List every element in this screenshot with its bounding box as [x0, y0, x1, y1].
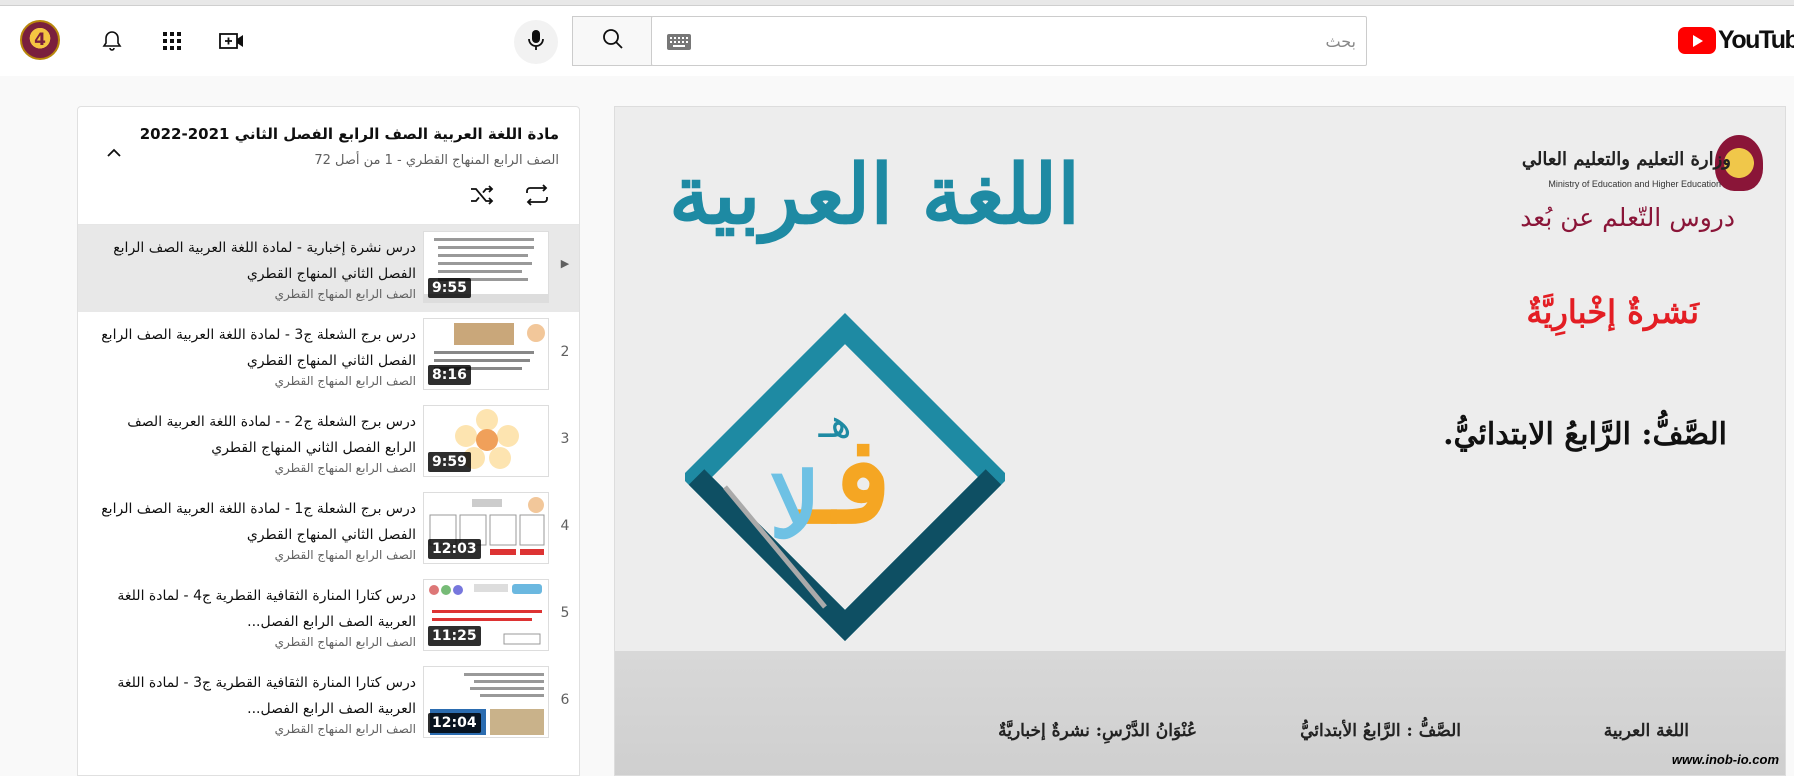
channel-name[interactable]: الصف الرابع المنهاج القطري	[275, 548, 416, 562]
video-duration: 12:03	[428, 539, 481, 559]
mic-button[interactable]	[514, 20, 558, 64]
svg-text:لا: لا	[769, 453, 820, 559]
video-duration: 9:55	[428, 278, 471, 298]
grade-label: الصَّفُّ: الرَّابعُ الابتدائيُّ.	[1443, 417, 1727, 452]
video-thumbnail[interactable]: 8:16	[423, 318, 549, 390]
item-index: 6	[560, 692, 570, 708]
shuffle-icon[interactable]	[466, 179, 498, 211]
search-button[interactable]	[572, 16, 652, 66]
video-thumbnail[interactable]: 12:03	[423, 492, 549, 564]
playlist-item[interactable]: ▶ 9:55 درس نشرة إخبارية - لمادة اللغة ال…	[78, 225, 579, 312]
playlist-title[interactable]: مادة اللغة العربية الصف الرابع الفصل الث…	[140, 125, 559, 143]
bottom-info-band	[615, 651, 1785, 775]
bottom-grade-label: الصَّفُّ : الرَّابعُ الأبتدائيُّ	[1300, 721, 1461, 741]
video-title[interactable]: درس برج الشعلة ج3 - لمادة اللغة العربية …	[96, 322, 416, 374]
item-index: 4	[560, 518, 570, 534]
video-duration: 9:59	[428, 452, 471, 472]
youtube-play-icon	[1678, 27, 1716, 54]
play-indicator-icon: ▶	[560, 257, 570, 270]
item-index: 3	[560, 431, 570, 447]
channel-name[interactable]: الصف الرابع المنهاج القطري	[275, 635, 416, 649]
channel-name[interactable]: الصف الرابع المنهاج القطري	[275, 374, 416, 388]
item-index: 2	[560, 344, 570, 360]
youtube-logo-text: YouTube	[1718, 26, 1794, 54]
loop-icon[interactable]	[521, 179, 553, 211]
chevron-up-icon[interactable]	[98, 137, 130, 169]
channel-name[interactable]: الصف الرابع المنهاج القطري	[275, 722, 416, 736]
keyboard-icon[interactable]	[666, 33, 692, 51]
search-icon	[601, 27, 625, 55]
arabic-calligraphy-title: اللغة العربية	[669, 147, 1081, 243]
video-player[interactable]: وزارة التعليم والتعليم العالي Ministry o…	[614, 106, 1786, 776]
video-thumbnail[interactable]: 11:25	[423, 579, 549, 651]
bottom-lesson-label: عُنْوَانُ الدَّرْسِ: نشرةٌ إخباريَّةٌ	[998, 721, 1197, 741]
video-duration: 11:25	[428, 626, 481, 646]
lesson-title: نَشرةٌ إخْبارِيَّةٌ	[1526, 293, 1699, 331]
item-index: 5	[560, 605, 570, 621]
video-duration: 12:04	[428, 713, 481, 733]
playlist-header: مادة اللغة العربية الصف الرابع الفصل الث…	[78, 107, 579, 225]
playlist-item[interactable]: 4 12:03 درس برج الشعلة ج1 - لمادة اللغة …	[78, 486, 579, 573]
video-plus-icon[interactable]	[215, 24, 249, 58]
playlist-items: ▶ 9:55 درس نشرة إخبارية - لمادة اللغة ال…	[78, 225, 579, 747]
remote-learning-label: دروس التّعلم عن بُعد	[1520, 203, 1735, 232]
bell-icon[interactable]	[95, 24, 129, 58]
channel-name[interactable]: الصف الرابع المنهاج القطري	[275, 287, 416, 301]
playlist-subtitle: الصف الرابع المنهاج القطري - 1 من أصل 72	[314, 153, 559, 168]
video-title[interactable]: درس برج الشعلة ج1 - لمادة اللغة العربية …	[96, 496, 416, 548]
avatar[interactable]: 4	[20, 20, 60, 60]
bottom-subject-label: اللغة العربية	[1603, 721, 1689, 741]
video-title[interactable]: درس كتارا المنارة الثقافية القطرية ج4 - …	[96, 583, 416, 635]
playlist-panel: مادة اللغة العربية الصف الرابع الفصل الث…	[77, 106, 580, 776]
video-thumbnail[interactable]: 9:55	[423, 231, 549, 303]
arabic-letters-diamond-art: فـ لا هـ	[685, 312, 1005, 642]
watermark-text: www.inob-io.com	[1671, 752, 1779, 767]
apps-grid-icon[interactable]	[155, 24, 189, 58]
ministry-name-arabic: وزارة التعليم والتعليم العالي	[1521, 149, 1731, 170]
playlist-item[interactable]: 3 9:59 درس برج الشعلة ج2 - - لمادة اللغة…	[78, 399, 579, 486]
playlist-item[interactable]: 5 11:25 درس كتارا المنارة الثقافية القطر…	[78, 573, 579, 660]
search-input[interactable]	[716, 25, 1356, 57]
video-title[interactable]: درس برج الشعلة ج2 - - لمادة اللغة العربي…	[96, 409, 416, 461]
youtube-logo[interactable]: YouTube	[1678, 26, 1794, 55]
channel-name[interactable]: الصف الرابع المنهاج القطري	[275, 461, 416, 475]
playlist-item[interactable]: 6 12:04 درس كتارا المنارة الثقافية القطر…	[78, 660, 579, 747]
video-thumbnail[interactable]: 12:04	[423, 666, 549, 738]
mic-icon	[526, 28, 546, 56]
search-box	[651, 16, 1367, 66]
video-title[interactable]: درس نشرة إخبارية - لمادة اللغة العربية ا…	[96, 235, 416, 287]
playlist-item[interactable]: 2 8:16 درس برج الشعلة ج3 - لمادة اللغة ا…	[78, 312, 579, 399]
video-thumbnail[interactable]: 9:59	[423, 405, 549, 477]
ministry-name-english: Ministry of Education and Higher Educati…	[1548, 179, 1721, 189]
top-bar: 4 YouTube	[0, 6, 1794, 76]
video-title[interactable]: درس كتارا المنارة الثقافية القطرية ج3 - …	[96, 670, 416, 722]
video-duration: 8:16	[428, 365, 471, 385]
svg-text:هـ: هـ	[818, 401, 852, 447]
